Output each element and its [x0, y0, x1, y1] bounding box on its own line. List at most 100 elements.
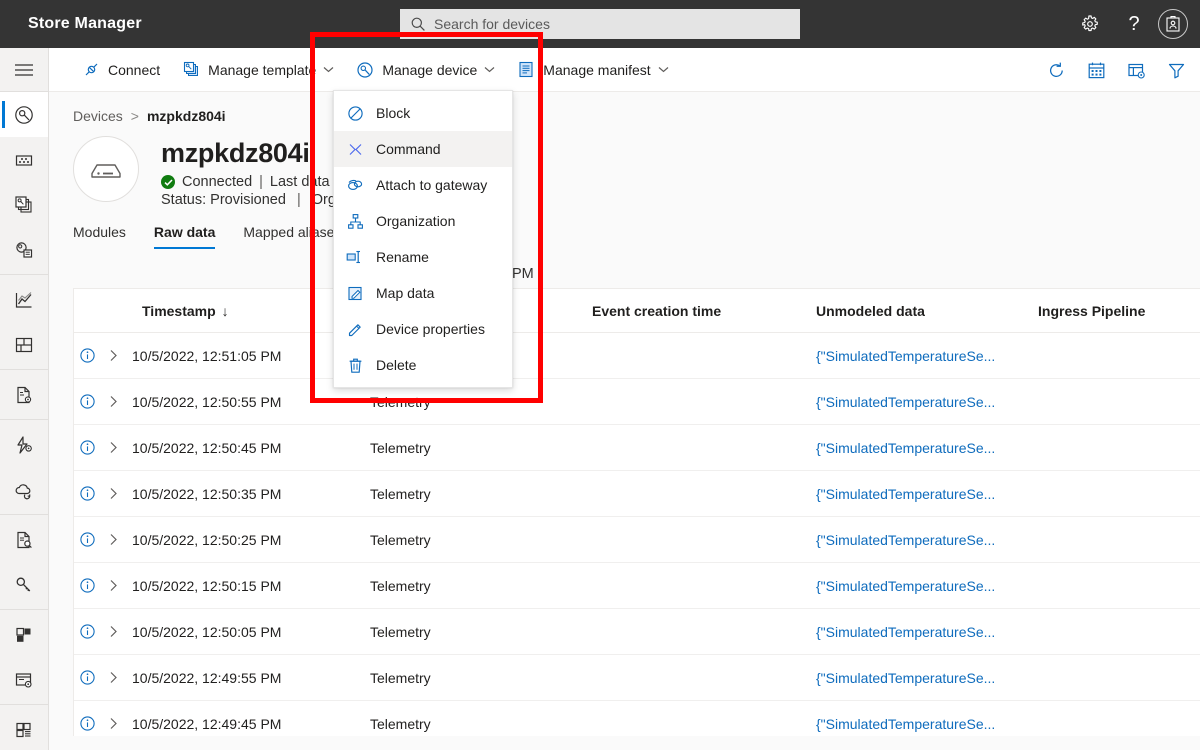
- sidebar-item-file-upload[interactable]: [0, 517, 48, 562]
- table-row[interactable]: 10/5/2022, 12:50:35 PM Telemetry {"Simul…: [74, 471, 1200, 517]
- row-info-icon[interactable]: [74, 347, 100, 364]
- sidebar-item-data-export[interactable]: [0, 467, 48, 512]
- cell-unmodeled-data[interactable]: {"SimulatedTemperatureSe...: [816, 701, 1038, 737]
- menu-icon[interactable]: [0, 48, 48, 92]
- row-info-icon[interactable]: [74, 485, 100, 502]
- menu-item-attach-to-gateway[interactable]: Attach to gateway: [334, 167, 512, 203]
- column-options-icon[interactable]: [1116, 48, 1156, 92]
- rename-icon: [346, 248, 364, 266]
- column-header-unmodeled-data[interactable]: Unmodeled data: [816, 289, 1038, 333]
- cell-unmodeled-data[interactable]: {"SimulatedTemperatureSe...: [816, 471, 1038, 517]
- row-info-icon[interactable]: [74, 577, 100, 594]
- cell-unmodeled-data[interactable]: {"SimulatedTemperatureSe...: [816, 655, 1038, 701]
- menu-item-delete[interactable]: Delete: [334, 347, 512, 383]
- column-header-timestamp[interactable]: Timestamp↓: [74, 289, 370, 333]
- account-badge-icon[interactable]: [1156, 0, 1200, 48]
- cell-timestamp: 10/5/2022, 12:49:45 PM: [132, 716, 281, 732]
- row-info-icon[interactable]: [74, 669, 100, 686]
- row-expand-icon[interactable]: [100, 625, 126, 638]
- sidebar-item-rules[interactable]: [0, 422, 48, 467]
- row-expand-icon[interactable]: [100, 579, 126, 592]
- sidebar-item-customize-app[interactable]: [0, 657, 48, 702]
- cell-event-creation-time: [592, 471, 816, 517]
- device-meta: mzpkdz804i Connected | Last data r Statu…: [161, 136, 349, 208]
- row-info-icon[interactable]: [74, 623, 100, 640]
- row-expand-icon[interactable]: [100, 441, 126, 454]
- sidebar-item-device-connect[interactable]: [0, 227, 48, 272]
- help-icon[interactable]: ?: [1112, 0, 1156, 48]
- table-row[interactable]: 10/5/2022, 12:51:05 PM {"SimulatedTemper…: [74, 333, 1200, 379]
- row-expand-icon[interactable]: [100, 395, 126, 408]
- cell-unmodeled-data[interactable]: {"SimulatedTemperatureSe...: [816, 517, 1038, 563]
- row-info-icon[interactable]: [74, 393, 100, 410]
- column-header-event-creation-time[interactable]: Event creation time: [592, 289, 816, 333]
- breadcrumb-devices-link[interactable]: Devices: [73, 108, 123, 124]
- column-header-timestamp-label: Timestamp: [142, 303, 216, 319]
- help-label: ?: [1128, 14, 1139, 34]
- sidebar-item-analytics[interactable]: [0, 277, 48, 322]
- search-input[interactable]: [434, 16, 790, 32]
- sidebar-item-devices[interactable]: [0, 92, 48, 137]
- app-title: Store Manager: [28, 15, 142, 33]
- menu-item-device-properties-label: Device properties: [376, 321, 485, 337]
- sidebar-item-permissions[interactable]: [0, 562, 48, 607]
- cell-unmodeled-data[interactable]: {"SimulatedTemperatureSe...: [816, 425, 1038, 471]
- cell-type: Telemetry: [370, 517, 592, 563]
- menu-item-device-properties[interactable]: Device properties: [334, 311, 512, 347]
- sidebar-item-jobs[interactable]: [0, 372, 48, 417]
- table-row[interactable]: 10/5/2022, 12:50:15 PM Telemetry {"Simul…: [74, 563, 1200, 609]
- row-expand-icon[interactable]: [100, 487, 126, 500]
- last-data-time-fragment: PM: [512, 266, 534, 282]
- tab-mapped-aliases[interactable]: Mapped aliases: [243, 224, 341, 249]
- column-header-ingress-pipeline[interactable]: Ingress Pipeline: [1038, 289, 1200, 333]
- cell-timestamp: 10/5/2022, 12:50:55 PM: [132, 394, 281, 410]
- row-expand-icon[interactable]: [100, 533, 126, 546]
- cell-timestamp: 10/5/2022, 12:50:05 PM: [132, 624, 281, 640]
- connected-check-icon: [161, 175, 175, 189]
- filter-icon[interactable]: [1156, 48, 1196, 92]
- cell-unmodeled-data[interactable]: {"SimulatedTemperatureSe...: [816, 563, 1038, 609]
- menu-item-map-data[interactable]: Map data: [334, 275, 512, 311]
- manage-device-button[interactable]: Manage device: [345, 48, 506, 92]
- cell-timestamp: 10/5/2022, 12:50:25 PM: [132, 532, 281, 548]
- row-info-icon[interactable]: [74, 715, 100, 732]
- search-box[interactable]: [400, 9, 800, 39]
- sidebar-item-dashboards[interactable]: [0, 322, 48, 367]
- row-expand-icon[interactable]: [100, 349, 126, 362]
- menu-item-block-label: Block: [376, 105, 410, 121]
- table-row[interactable]: 10/5/2022, 12:50:45 PM Telemetry {"Simul…: [74, 425, 1200, 471]
- chevron-down-icon: [658, 66, 669, 73]
- manage-template-button[interactable]: Manage template: [171, 48, 345, 92]
- gear-icon[interactable]: [1068, 0, 1112, 48]
- table-row[interactable]: 10/5/2022, 12:49:55 PM Telemetry {"Simul…: [74, 655, 1200, 701]
- sidebar-item-device-templates[interactable]: [0, 182, 48, 227]
- refresh-icon[interactable]: [1036, 48, 1076, 92]
- row-expand-icon[interactable]: [100, 671, 126, 684]
- row-info-icon[interactable]: [74, 439, 100, 456]
- menu-item-block[interactable]: Block: [334, 95, 512, 131]
- menu-item-command[interactable]: Command: [334, 131, 512, 167]
- table-row[interactable]: 10/5/2022, 12:50:05 PM Telemetry {"Simul…: [74, 609, 1200, 655]
- menu-item-organization[interactable]: Organization: [334, 203, 512, 239]
- tab-raw-data[interactable]: Raw data: [154, 224, 215, 249]
- cell-unmodeled-data[interactable]: {"SimulatedTemperatureSe...: [816, 609, 1038, 655]
- cell-type: Telemetry: [370, 563, 592, 609]
- connect-button[interactable]: Connect: [71, 48, 171, 92]
- menu-item-rename[interactable]: Rename: [334, 239, 512, 275]
- table-row[interactable]: 10/5/2022, 12:50:55 PM Telemetry {"Simul…: [74, 379, 1200, 425]
- calendar-icon[interactable]: [1076, 48, 1116, 92]
- table-row[interactable]: 10/5/2022, 12:49:45 PM Telemetry {"Simul…: [74, 701, 1200, 737]
- tab-modules[interactable]: Modules: [73, 224, 126, 249]
- rail-divider: [0, 704, 48, 705]
- cloud-sync-icon: [13, 479, 35, 501]
- cell-event-creation-time: [592, 333, 816, 379]
- row-expand-icon[interactable]: [100, 717, 126, 730]
- table-row[interactable]: 10/5/2022, 12:50:25 PM Telemetry {"Simul…: [74, 517, 1200, 563]
- sidebar-item-administration[interactable]: [0, 707, 48, 752]
- sidebar-item-device-groups[interactable]: [0, 137, 48, 182]
- manage-manifest-button[interactable]: Manage manifest: [506, 48, 679, 92]
- row-info-icon[interactable]: [74, 531, 100, 548]
- sidebar-item-app-templates[interactable]: [0, 612, 48, 657]
- cell-unmodeled-data[interactable]: {"SimulatedTemperatureSe...: [816, 333, 1038, 379]
- cell-unmodeled-data[interactable]: {"SimulatedTemperatureSe...: [816, 379, 1038, 425]
